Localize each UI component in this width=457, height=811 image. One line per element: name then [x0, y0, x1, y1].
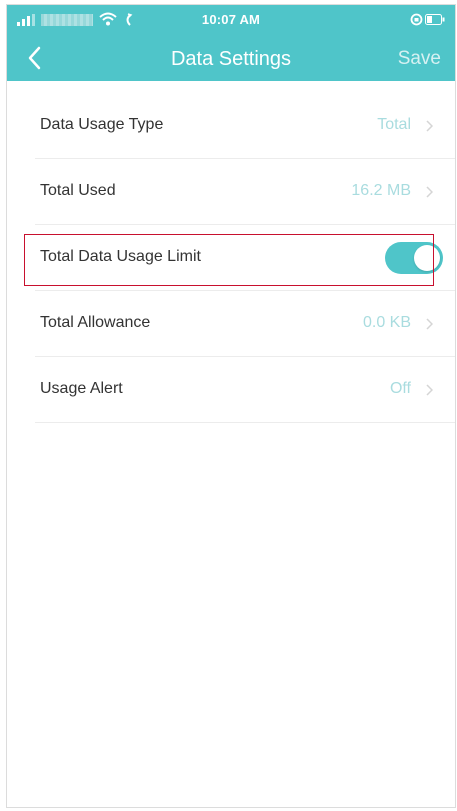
page-title: Data Settings [170, 48, 292, 70]
setting-value: Total [377, 116, 411, 133]
chevron-right-icon [426, 120, 433, 132]
status-time: 10:07 AM [201, 12, 261, 27]
setting-value: 0.0 KB [362, 314, 411, 331]
setting-row-data-usage-type[interactable]: Data Usage Type Total [35, 93, 455, 159]
setting-value: Off [389, 380, 411, 397]
status-bar: 10:07 AM [7, 5, 455, 35]
chevron-right-icon [426, 384, 433, 396]
app-screen: 10:07 AM Data Settings Save Data Usage T… [6, 4, 456, 808]
setting-label: Total Used [40, 182, 116, 199]
settings-list: Data Usage Type Total Total Used 16.2 MB… [7, 93, 455, 423]
header: 10:07 AM Data Settings Save [7, 5, 455, 81]
setting-row-total-used[interactable]: Total Used 16.2 MB [35, 159, 455, 225]
setting-row-usage-alert[interactable]: Usage Alert Off [35, 357, 455, 423]
setting-row-total-data-usage-limit: Total Data Usage Limit [35, 225, 455, 291]
toggle-knob [414, 245, 440, 271]
setting-row-total-allowance[interactable]: Total Allowance 0.0 KB [35, 291, 455, 357]
chevron-right-icon [426, 186, 433, 198]
setting-label: Data Usage Type [40, 116, 164, 133]
chevron-right-icon [426, 318, 433, 330]
battery-icon [425, 14, 445, 25]
navigation-bar: Data Settings Save [7, 35, 455, 81]
save-button[interactable]: Save [398, 48, 441, 70]
usage-limit-toggle[interactable] [385, 242, 443, 274]
setting-label: Total Allowance [40, 314, 151, 331]
setting-value: 16.2 MB [351, 182, 411, 199]
orientation-lock-icon [410, 13, 423, 26]
setting-label: Usage Alert [40, 380, 123, 397]
setting-label: Total Data Usage Limit [40, 248, 201, 265]
